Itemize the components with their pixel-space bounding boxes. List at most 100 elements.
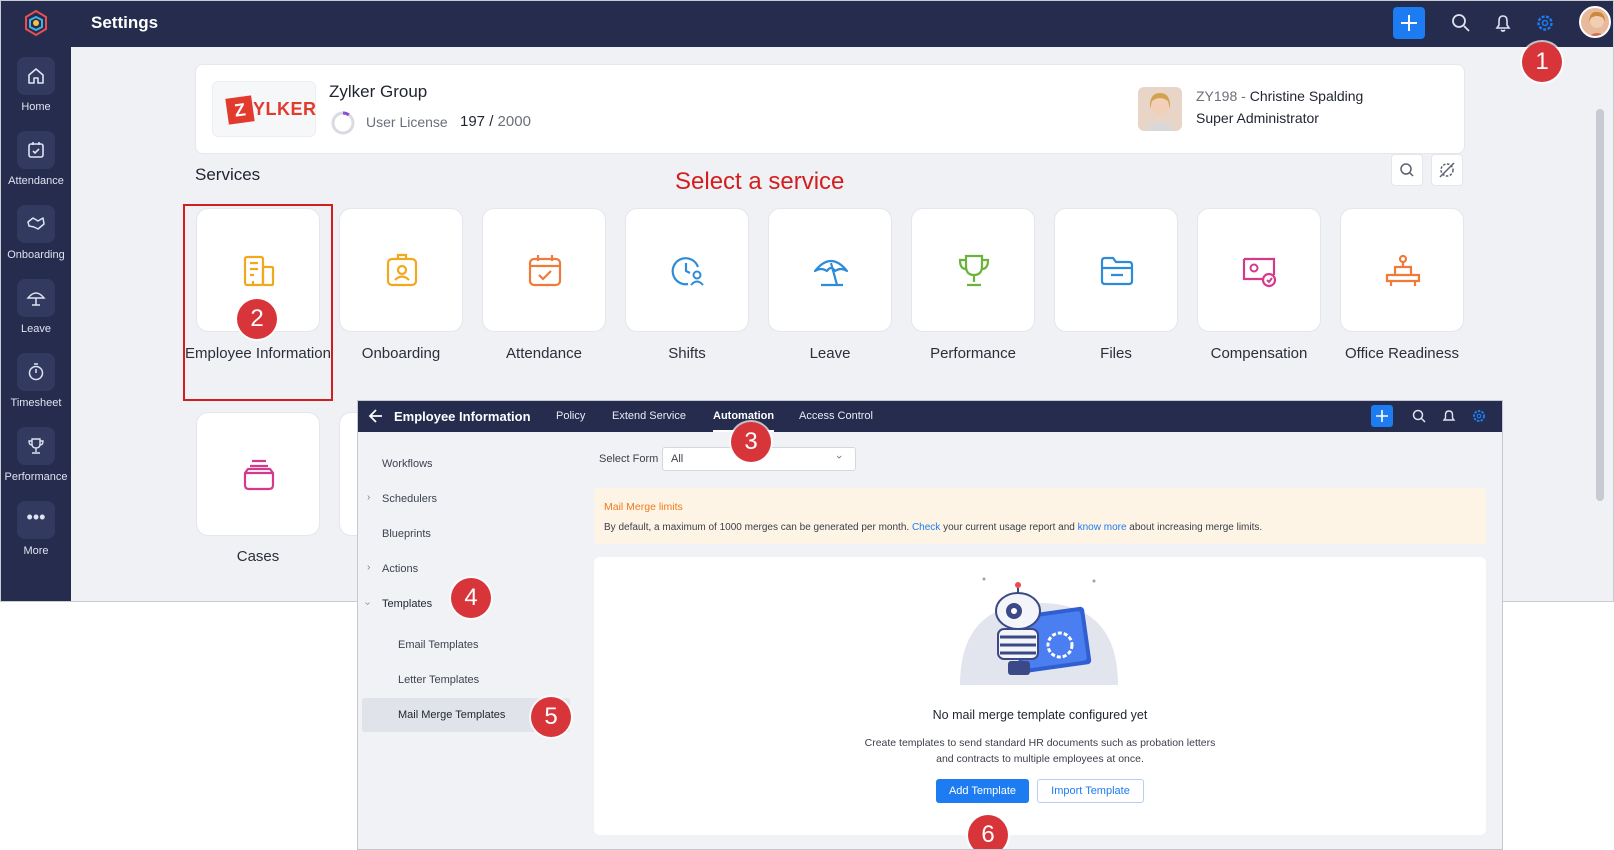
service-office-readiness[interactable] [1340, 208, 1464, 332]
avatar[interactable] [1579, 6, 1611, 38]
service-label-leave: Leave [809, 345, 851, 362]
company-logo: Z YLKER [212, 81, 316, 137]
gear-icon[interactable] [1529, 7, 1561, 39]
logo-text: YLKER [253, 99, 317, 119]
sidebar-item-actions[interactable]: Actions [382, 563, 418, 575]
license-sep: / [485, 113, 498, 130]
step-marker-4: 4 [451, 578, 491, 618]
folder-icon [1100, 256, 1134, 286]
bell-icon[interactable] [1438, 405, 1460, 432]
nav-home[interactable]: Home [1, 57, 71, 113]
sidebar-item-letter-templates[interactable]: Letter Templates [398, 674, 479, 686]
home-icon [17, 57, 55, 95]
services-settings-button[interactable] [1431, 154, 1463, 186]
bell-icon[interactable] [1487, 7, 1519, 39]
nav-performance[interactable]: Performance [1, 427, 71, 483]
user-id: ZY198 [1196, 88, 1238, 104]
stopwatch-icon [17, 353, 55, 391]
scrollbar-thumb[interactable] [1596, 109, 1604, 501]
sidebar-item-templates[interactable]: Templates [382, 598, 432, 610]
org-name: Zylker Group [329, 82, 428, 101]
select-service-annotation: Select a service [675, 168, 845, 195]
service-label-performance: Performance [930, 345, 1016, 362]
step-marker-1: 1 [1522, 42, 1562, 82]
top-bar: Settings [71, 1, 1613, 47]
service-label-compensation: Compensation [1210, 345, 1308, 362]
check-link[interactable]: Check [912, 522, 940, 533]
know-more-link[interactable]: know more [1078, 522, 1127, 533]
logo-z: Z [225, 95, 255, 125]
umbrella-icon [813, 259, 849, 287]
step-marker-6: 6 [968, 815, 1008, 849]
empty-desc-2: and contracts to multiple employees at o… [936, 753, 1144, 765]
add-button[interactable] [1393, 7, 1425, 39]
user-role: Super Administrator [1196, 110, 1319, 126]
nav-onboarding[interactable]: Onboarding [1, 205, 71, 261]
user-sep: - [1237, 88, 1250, 104]
handshake-icon [17, 205, 55, 243]
step-marker-5: 5 [531, 697, 571, 737]
chevron-down-icon[interactable]: › [362, 602, 373, 605]
sidebar-item-schedulers[interactable]: Schedulers [382, 493, 437, 505]
banner-text-part: your current usage report and [940, 522, 1078, 533]
empty-desc-1: Create templates to send standard HR doc… [864, 737, 1216, 749]
service-attendance[interactable] [482, 208, 606, 332]
left-nav: Home Attendance Onboarding Leave Timeshe… [1, 1, 71, 601]
service-label-office-readiness: Office Readiness [1345, 345, 1459, 362]
service-label-cases: Cases [236, 548, 280, 565]
sidebar-item-email-templates[interactable]: Email Templates [398, 639, 479, 651]
umbrella-icon [17, 279, 55, 317]
sidebar-item-workflows[interactable]: Workflows [382, 458, 433, 470]
tab-extend-service[interactable]: Extend Service [612, 401, 686, 432]
nav-leave[interactable]: Leave [1, 279, 71, 335]
nav-attendance[interactable]: Attendance [1, 131, 71, 187]
banner-text-part: about increasing merge limits. [1126, 522, 1263, 533]
service-label-onboarding: Onboarding [361, 345, 441, 362]
org-card: Z YLKER Zylker Group User License 197 / … [195, 64, 1465, 154]
service-leave[interactable] [768, 208, 892, 332]
sidebar-item-blueprints[interactable]: Blueprints [382, 528, 431, 540]
service-performance[interactable] [911, 208, 1035, 332]
chevron-right-icon[interactable]: › [367, 492, 370, 503]
service-cases[interactable] [196, 412, 320, 536]
license-total: 2000 [497, 113, 531, 130]
nav-onboarding-label: Onboarding [7, 249, 65, 261]
gear-icon[interactable] [1468, 405, 1490, 432]
desk-icon [1385, 254, 1421, 286]
banner-text: By default, a maximum of 1000 merges can… [604, 522, 1262, 533]
nav-more[interactable]: ••• More [1, 501, 71, 557]
nav-more-label: More [23, 545, 49, 557]
search-icon [1400, 163, 1414, 177]
nav-leave-label: Leave [21, 323, 51, 335]
search-icon[interactable] [1408, 405, 1430, 432]
sidebar-item-mail-merge-templates[interactable]: Mail Merge Templates [398, 709, 505, 721]
empty-title: No mail merge template configured yet [932, 708, 1148, 722]
automation-window: Employee Information Policy Extend Servi… [357, 400, 1503, 850]
user-line: ZY198 - Christine Spalding [1196, 88, 1363, 104]
nav-timesheet[interactable]: Timesheet [1, 353, 71, 409]
chevron-down-icon: › [832, 455, 845, 459]
calendar-check-icon [17, 131, 55, 169]
service-compensation[interactable] [1197, 208, 1321, 332]
add-template-button[interactable]: Add Template [936, 779, 1029, 803]
license-progress-icon [330, 110, 356, 141]
tab-access-control[interactable]: Access Control [799, 401, 873, 432]
tab-policy[interactable]: Policy [556, 401, 585, 432]
more-dots-icon: ••• [17, 501, 55, 539]
inset-add-button[interactable] [1371, 405, 1393, 427]
nav-home-label: Home [21, 101, 51, 113]
search-icon[interactable] [1445, 7, 1477, 39]
mail-merge-limits-banner: Mail Merge limits By default, a maximum … [594, 488, 1486, 544]
select-form-value: All [671, 453, 684, 465]
page-title: Settings [91, 13, 159, 32]
inset-title: Employee Information [394, 409, 531, 424]
service-shifts[interactable] [625, 208, 749, 332]
step-marker-2: 2 [237, 299, 277, 339]
service-files[interactable] [1054, 208, 1178, 332]
import-template-button[interactable]: Import Template [1037, 779, 1144, 803]
services-search-button[interactable] [1391, 154, 1423, 186]
app-logo-icon[interactable] [23, 9, 49, 42]
service-onboarding[interactable] [339, 208, 463, 332]
chevron-right-icon[interactable]: › [367, 562, 370, 573]
back-arrow-icon[interactable] [368, 407, 384, 430]
